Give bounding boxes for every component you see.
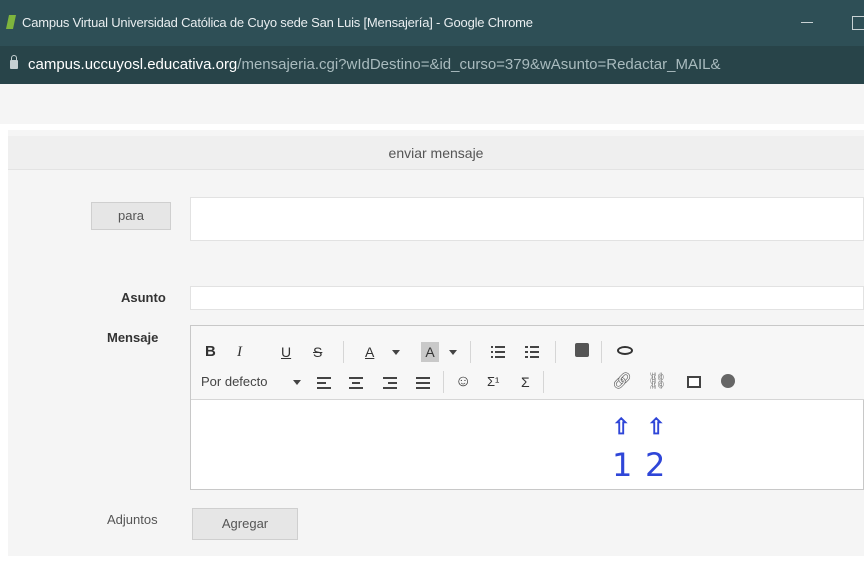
chrome-app-icon: [6, 15, 16, 29]
message-body[interactable]: [191, 401, 863, 489]
annotation-number-2: 2: [645, 446, 666, 484]
format-select[interactable]: Por defecto: [201, 372, 268, 392]
minimize-button[interactable]: [793, 10, 821, 34]
superscript-sum-button[interactable]: Σ¹: [487, 372, 499, 392]
message-editor[interactable]: B I U S A A Por defecto ☺ Σ¹ Σ 🔗︎ ⛓︎: [190, 325, 864, 490]
media-icon[interactable]: [721, 374, 735, 388]
editor-toolbar: B I U S A A Por defecto ☺ Σ¹ Σ 🔗︎ ⛓︎: [191, 326, 864, 400]
font-color-button[interactable]: A: [365, 342, 374, 362]
format-dropdown-icon[interactable]: [293, 380, 301, 385]
align-left-icon[interactable]: [317, 377, 331, 389]
bg-color-dropdown-icon[interactable]: [449, 350, 457, 355]
adjuntos-label: Adjuntos: [107, 512, 158, 527]
underline-button[interactable]: U: [281, 342, 291, 362]
window-titlebar: Campus Virtual Universidad Católica de C…: [0, 0, 864, 46]
lock-icon: [10, 55, 18, 69]
bold-button[interactable]: B: [205, 342, 216, 362]
sum-button[interactable]: Σ: [521, 372, 530, 392]
address-bar[interactable]: campus.uccuyosl.educativa.org/mensajeria…: [0, 46, 864, 84]
align-center-icon[interactable]: [349, 377, 363, 389]
para-button[interactable]: para: [91, 202, 171, 230]
top-band: [0, 84, 864, 124]
toolbar-separator: [601, 341, 602, 363]
image-icon[interactable]: [687, 376, 701, 388]
url-path: /mensajeria.cgi?wIdDestino=&id_curso=379…: [237, 56, 721, 73]
font-color-dropdown-icon[interactable]: [392, 350, 400, 355]
toolbar-separator: [555, 341, 556, 363]
url-text[interactable]: campus.uccuyosl.educativa.org/mensajeria…: [28, 56, 720, 73]
numbered-list-icon[interactable]: [525, 346, 539, 358]
unlink-icon[interactable]: ⛓︎: [647, 372, 667, 392]
paste-word-icon[interactable]: [575, 343, 589, 357]
preview-icon[interactable]: [617, 346, 633, 355]
toolbar-separator: [543, 371, 544, 393]
link-icon[interactable]: 🔗︎: [612, 372, 632, 392]
bullet-list-icon[interactable]: [491, 346, 505, 358]
toolbar-separator: [343, 341, 344, 363]
strikethrough-button[interactable]: S: [313, 342, 322, 362]
compose-header: enviar mensaje: [8, 136, 864, 170]
toolbar-separator: [443, 371, 444, 393]
para-field[interactable]: [190, 197, 864, 241]
window-title: Campus Virtual Universidad Católica de C…: [22, 15, 533, 30]
annotation-arrow-2-icon: ⇧: [647, 414, 666, 439]
smiley-icon[interactable]: ☺: [455, 372, 471, 392]
toolbar-separator: [470, 341, 471, 363]
annotation-number-1: 1: [612, 446, 633, 484]
maximize-button[interactable]: [848, 10, 864, 34]
agregar-button[interactable]: Agregar: [192, 508, 298, 540]
italic-button[interactable]: I: [237, 342, 242, 362]
url-host: campus.uccuyosl.educativa.org: [28, 56, 238, 73]
bg-color-button[interactable]: A: [421, 342, 439, 362]
annotation-arrow-1-icon: ⇧: [612, 414, 631, 439]
align-right-icon[interactable]: [383, 377, 397, 389]
align-justify-icon[interactable]: [416, 377, 430, 389]
mensaje-label: Mensaje: [107, 330, 159, 345]
asunto-input[interactable]: [190, 286, 864, 310]
asunto-label: Asunto: [121, 290, 166, 305]
compose-title: enviar mensaje: [388, 145, 484, 161]
